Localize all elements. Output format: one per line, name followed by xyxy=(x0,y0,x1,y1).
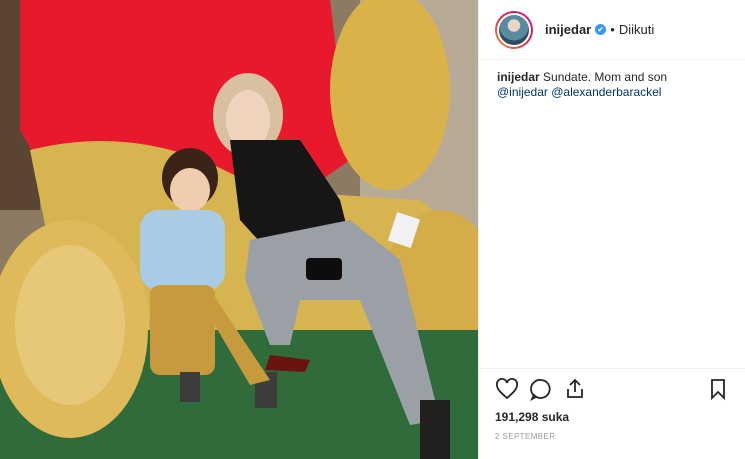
mention-link-alexanderbarackel[interactable]: @alexanderbarackel xyxy=(551,85,661,99)
caption-text: Sundate. Mom and son xyxy=(543,70,668,84)
verified-icon: ✔ xyxy=(595,24,607,35)
separator-dot: • xyxy=(610,22,615,37)
caption-author-link[interactable]: inijedar xyxy=(497,70,540,84)
caption: inijedar Sundate. Mom and son @inijedar … xyxy=(479,60,745,110)
follow-status-button[interactable]: Diikuti xyxy=(619,22,654,37)
heart-icon[interactable] xyxy=(495,377,519,401)
username-link[interactable]: inijedar xyxy=(545,22,591,37)
like-count[interactable]: 191,298 suka xyxy=(495,410,730,424)
share-icon[interactable] xyxy=(563,377,587,401)
avatar[interactable] xyxy=(495,10,533,49)
avatar-image xyxy=(497,12,531,47)
bookmark-icon[interactable] xyxy=(706,377,730,401)
action-bar: 191,298 suka 2 SEPTEMBER xyxy=(479,368,745,441)
comment-icon[interactable] xyxy=(529,377,553,401)
post-header: inijedar ✔ • Diikuti xyxy=(479,0,745,60)
mention-link-inijedar[interactable]: @inijedar xyxy=(497,85,548,99)
post-photo[interactable] xyxy=(0,0,478,459)
post-date[interactable]: 2 SEPTEMBER xyxy=(495,432,730,441)
post-sidebar: inijedar ✔ • Diikuti inijedar Sundate. M… xyxy=(478,0,745,459)
instagram-post: inijedar ✔ • Diikuti inijedar Sundate. M… xyxy=(0,0,745,459)
